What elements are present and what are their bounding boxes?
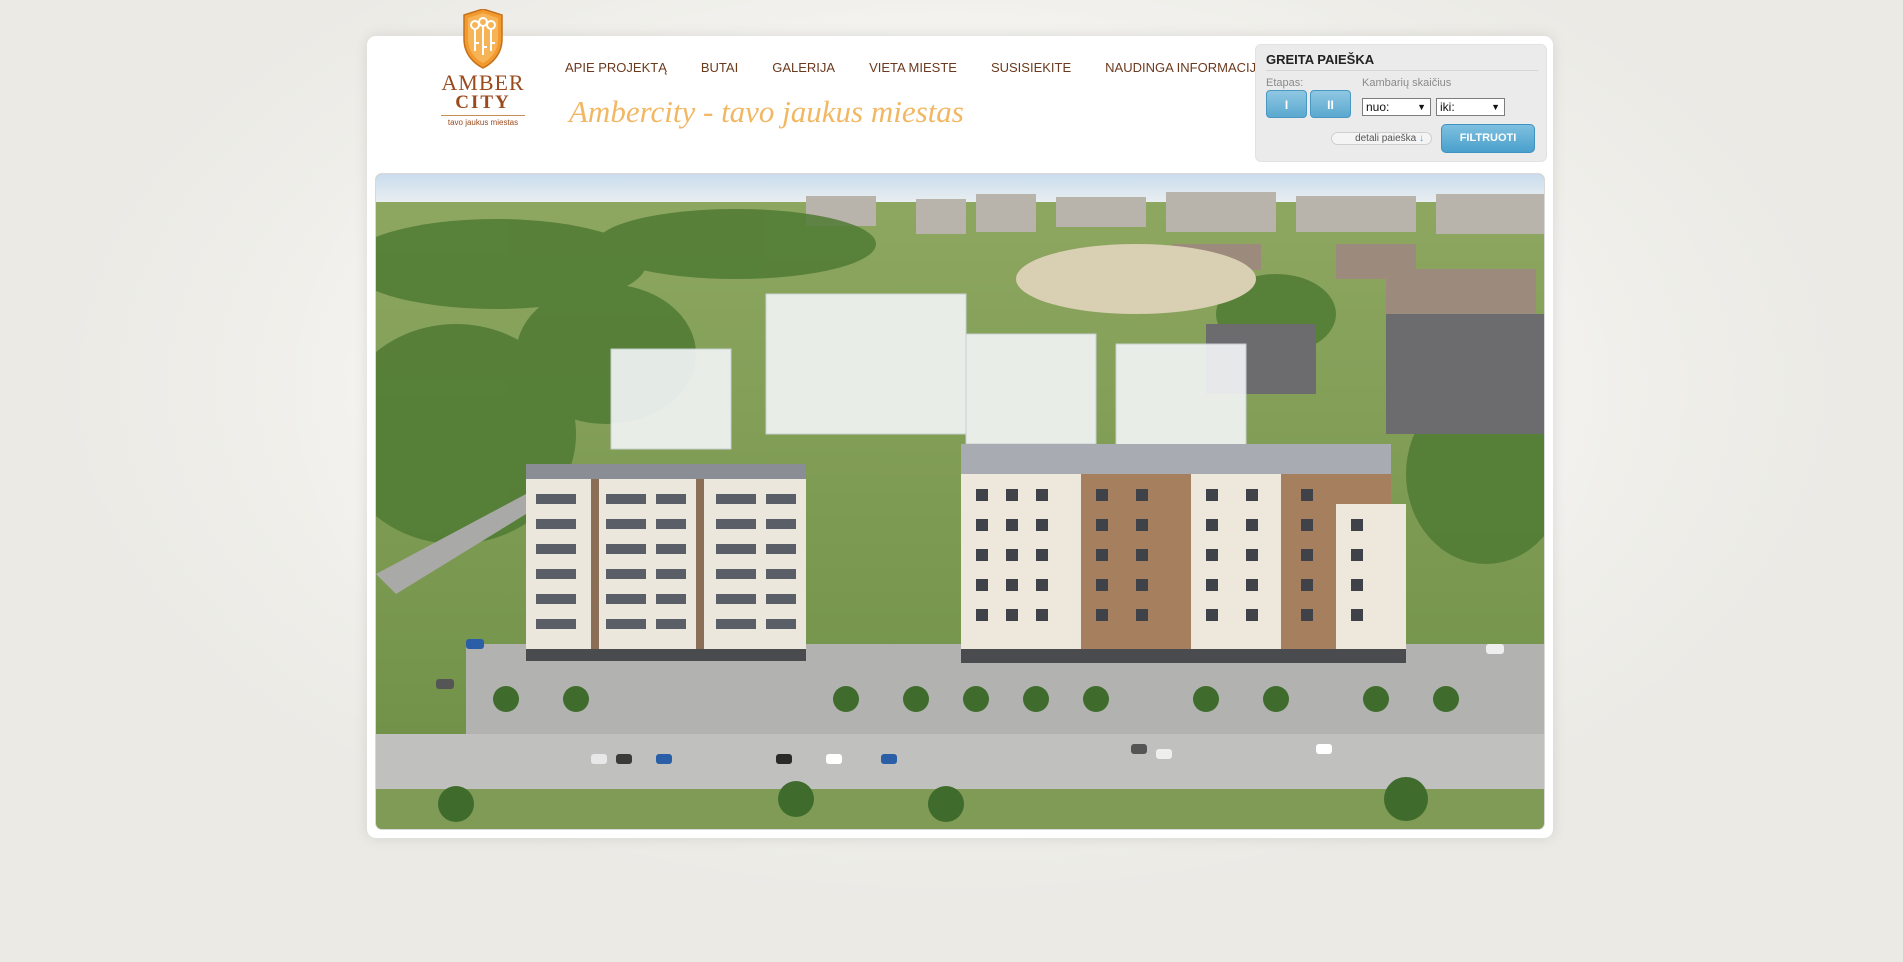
aerial-render-image xyxy=(376,174,1544,829)
logo[interactable]: AMBER CITY tavo jaukus miestas xyxy=(439,9,527,159)
nav-item-naudinga-informacija[interactable]: NAUDINGA INFORMACIJA xyxy=(1088,58,1282,78)
header-tagline: Ambercity - tavo jaukus miestas xyxy=(569,94,964,129)
page-container: AMBER CITY tavo jaukus miestas APIE PROJ… xyxy=(367,9,1553,838)
main-nav: APIE PROJEKTĄ BUTAI GALERIJA VIETA MIEST… xyxy=(565,58,1282,78)
chevron-down-icon: ▼ xyxy=(1491,102,1500,112)
logo-word-city: CITY xyxy=(455,92,511,113)
nav-item-butai[interactable]: BUTAI xyxy=(684,58,755,78)
keys-shield-icon xyxy=(463,9,503,69)
nav-item-vieta-mieste[interactable]: VIETA MIESTE xyxy=(852,58,974,78)
logo-tagline: tavo jaukus miestas xyxy=(441,115,525,127)
stage-label: Etapas: xyxy=(1266,77,1304,89)
stage-button-1[interactable]: I xyxy=(1266,90,1307,118)
logo-word-amber: AMBER xyxy=(441,70,525,95)
arrow-down-icon: ↓ xyxy=(1419,133,1424,144)
rooms-label: Kambarių skaičius xyxy=(1362,77,1452,89)
rooms-to-select[interactable]: iki: ▼ xyxy=(1436,98,1505,116)
rooms-from-value: nuo: xyxy=(1366,100,1390,114)
chevron-down-icon: ▼ xyxy=(1417,102,1426,112)
quick-search-panel: GREITA PAIEŠKA Etapas: Kambarių skaičius… xyxy=(1255,44,1547,162)
detailed-search-label: detali paieška xyxy=(1355,133,1417,144)
rooms-from-select[interactable]: nuo: ▼ xyxy=(1362,98,1431,116)
filter-button[interactable]: FILTRUOTI xyxy=(1441,124,1535,153)
nav-item-apie-projekta[interactable]: APIE PROJEKTĄ xyxy=(565,58,684,78)
detailed-search-link[interactable]: detali paieška ↓ xyxy=(1331,132,1432,145)
divider xyxy=(1266,70,1538,71)
stage-button-2[interactable]: II xyxy=(1310,90,1351,118)
nav-item-galerija[interactable]: GALERIJA xyxy=(755,58,852,78)
hero-image xyxy=(375,173,1545,830)
nav-item-susisiekite[interactable]: SUSISIEKITE xyxy=(974,58,1088,78)
rooms-to-value: iki: xyxy=(1440,100,1455,114)
quick-search-title: GREITA PAIEŠKA xyxy=(1266,52,1375,67)
